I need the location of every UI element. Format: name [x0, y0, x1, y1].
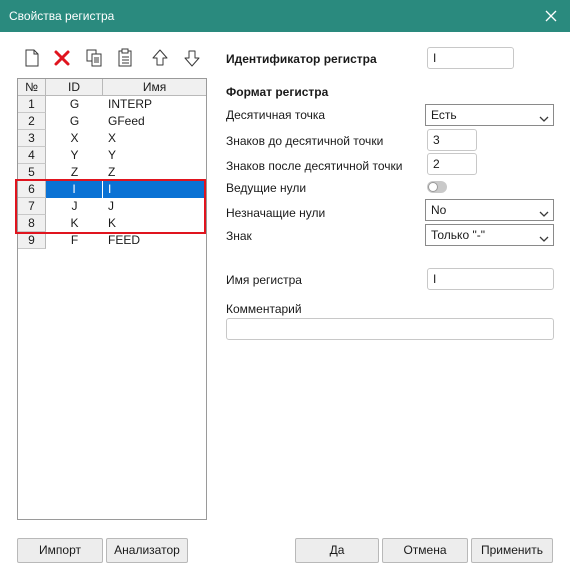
- row-name: Z: [108, 165, 116, 179]
- row-number: 1: [18, 96, 46, 113]
- table-row[interactable]: 7 J J: [18, 198, 206, 215]
- comment-label: Комментарий: [226, 302, 302, 316]
- analyzer-button[interactable]: Анализатор: [106, 538, 188, 563]
- row-name: INTERP: [108, 97, 153, 111]
- chevron-down-icon: [539, 230, 549, 242]
- row-name: FEED: [108, 233, 141, 247]
- table-row-selected[interactable]: 6 I I: [18, 181, 206, 198]
- digits-before-field[interactable]: 3: [427, 129, 477, 151]
- leading-zeros-toggle[interactable]: [427, 181, 447, 193]
- register-table[interactable]: № ID Имя 1 G INTERP 2 G GFeed 3 X X 4 Y …: [17, 78, 207, 520]
- row-number: 2: [18, 113, 46, 130]
- row-number: 5: [18, 164, 46, 181]
- leading-zeros-label: Ведущие нули: [226, 181, 307, 195]
- paste-icon[interactable]: [116, 48, 136, 68]
- trailing-zeros-value: No: [431, 203, 447, 217]
- row-number: 4: [18, 147, 46, 164]
- register-properties-dialog: Свойства регистра № ID Имя 1 G INTERP 2 …: [0, 0, 570, 579]
- digits-after-field[interactable]: 2: [427, 153, 477, 175]
- row-name: K: [108, 216, 117, 230]
- column-header-number[interactable]: №: [18, 79, 46, 96]
- column-header-id[interactable]: ID: [46, 79, 103, 96]
- row-id: F: [70, 233, 79, 247]
- row-name: X: [108, 131, 117, 145]
- chevron-down-icon: [539, 205, 549, 217]
- row-number: 9: [18, 232, 46, 249]
- ok-button[interactable]: Да: [295, 538, 379, 563]
- table-row[interactable]: 5 Z Z: [18, 164, 206, 181]
- decimal-point-label: Десятичная точка: [226, 108, 326, 122]
- cancel-button[interactable]: Отмена: [382, 538, 468, 563]
- window-title: Свойства регистра: [9, 9, 115, 23]
- row-name: Y: [108, 148, 117, 162]
- trailing-zeros-label: Незначащие нули: [226, 206, 326, 220]
- row-name: I: [103, 181, 206, 198]
- register-id-label: Идентификатор регистра: [226, 52, 377, 66]
- row-name: GFeed: [108, 114, 145, 128]
- import-button[interactable]: Импорт: [17, 538, 103, 563]
- chevron-down-icon: [539, 110, 549, 122]
- toggle-knob: [428, 182, 438, 192]
- row-id: J: [71, 199, 78, 213]
- row-id: Z: [70, 165, 79, 179]
- row-name: J: [108, 199, 114, 213]
- close-icon[interactable]: [540, 5, 562, 27]
- trailing-zeros-select[interactable]: No: [425, 199, 554, 221]
- arrow-up-icon[interactable]: [150, 48, 170, 68]
- format-heading: Формат регистра: [226, 85, 329, 99]
- row-number: 6: [18, 181, 46, 198]
- apply-button[interactable]: Применить: [471, 538, 553, 563]
- comment-field[interactable]: [226, 318, 554, 340]
- new-icon[interactable]: [22, 48, 42, 68]
- table-row[interactable]: 9 F FEED: [18, 232, 206, 249]
- decimal-point-select[interactable]: Есть: [425, 104, 554, 126]
- table-row[interactable]: 8 K K: [18, 215, 206, 232]
- table-row[interactable]: 4 Y Y: [18, 147, 206, 164]
- row-id: I: [46, 181, 103, 198]
- digits-before-label: Знаков до десятичной точки: [226, 134, 384, 148]
- title-bar: Свойства регистра: [0, 0, 570, 32]
- row-id: G: [69, 97, 80, 111]
- row-number: 8: [18, 215, 46, 232]
- register-name-field[interactable]: I: [427, 268, 554, 290]
- table-header: № ID Имя: [18, 79, 206, 96]
- sign-value: Только "-": [431, 228, 485, 242]
- column-header-name[interactable]: Имя: [103, 79, 206, 96]
- copy-icon[interactable]: [84, 48, 104, 68]
- decimal-point-value: Есть: [431, 108, 457, 122]
- digits-after-label: Знаков после десятичной точки: [226, 159, 403, 173]
- arrow-down-icon[interactable]: [182, 48, 202, 68]
- row-id: X: [70, 131, 79, 145]
- row-number: 7: [18, 198, 46, 215]
- delete-icon[interactable]: [52, 48, 72, 68]
- sign-select[interactable]: Только "-": [425, 224, 554, 246]
- row-id: Y: [70, 148, 79, 162]
- sign-label: Знак: [226, 229, 252, 243]
- register-name-label: Имя регистра: [226, 273, 302, 287]
- table-row[interactable]: 3 X X: [18, 130, 206, 147]
- table-row[interactable]: 1 G INTERP: [18, 96, 206, 113]
- register-id-field[interactable]: I: [427, 47, 514, 69]
- row-number: 3: [18, 130, 46, 147]
- row-id: G: [69, 114, 80, 128]
- row-id: K: [70, 216, 79, 230]
- table-row[interactable]: 2 G GFeed: [18, 113, 206, 130]
